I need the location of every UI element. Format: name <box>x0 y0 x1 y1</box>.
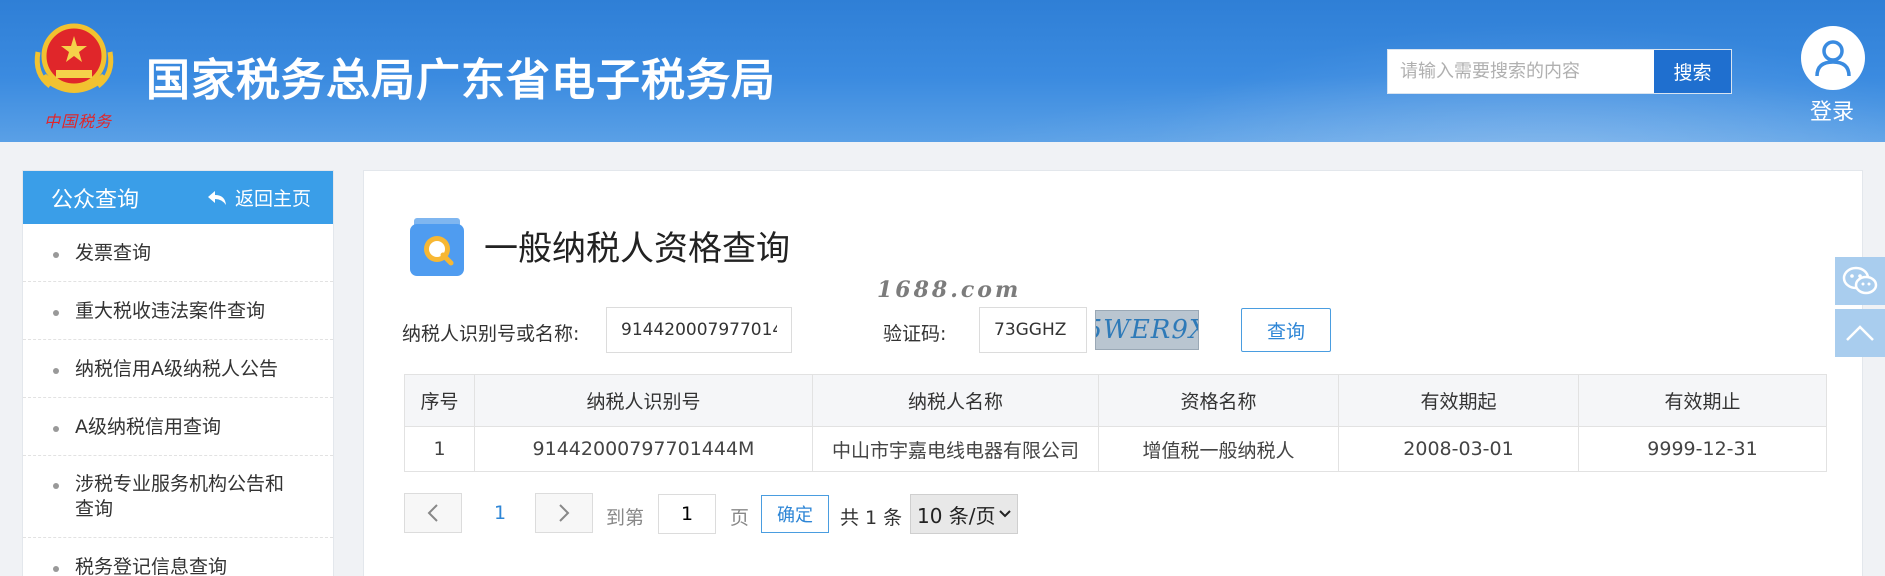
sidebar-menu: 发票查询 重大税收违法案件查询 纳税信用A级纳税人公告 A级纳税信用查询 涉税专… <box>23 224 333 576</box>
total-count: 共 1 条 <box>840 507 903 529</box>
back-home-label: 返回主页 <box>234 188 311 210</box>
site-title: 国家税务总局广东省电子税务局 <box>146 55 776 106</box>
emblem-caption: 中国税务 <box>44 112 113 131</box>
current-page[interactable]: 1 <box>494 502 506 524</box>
table-row: 1 91442000797701444M 中山市宇嘉电线电器有限公司 增值税一般… <box>404 426 1827 472</box>
sidebar-item-label: 涉税专业服务机构公告和查询 <box>75 473 285 520</box>
login-link[interactable]: 登录 <box>1810 94 1854 126</box>
pagination: 1 到第 页 确定 共 1 条 10 条/页 <box>404 493 1104 535</box>
bullet-icon <box>53 426 59 432</box>
cell-valid-from: 2008-03-01 <box>1338 426 1579 472</box>
sidebar-item-a-level-announcement[interactable]: 纳税信用A级纳税人公告 <box>23 340 333 398</box>
bullet-icon <box>53 252 59 258</box>
sidebar-item-label: 税务登记信息查询 <box>75 556 228 576</box>
sidebar-title: 公众查询 <box>51 187 140 213</box>
sidebar-item-a-level-credit-query[interactable]: A级纳税信用查询 <box>23 398 333 456</box>
goto-label: 到第 <box>606 507 645 529</box>
wechat-button[interactable] <box>1835 257 1885 305</box>
chevron-down-icon <box>999 510 1011 518</box>
goto-confirm-button[interactable]: 确定 <box>761 495 829 533</box>
sidebar-item-label: A级纳税信用查询 <box>75 416 221 438</box>
wechat-icon <box>1842 266 1878 295</box>
col-header-valid-to: 有效期止 <box>1578 374 1827 427</box>
back-home-link[interactable]: 返回主页 <box>207 184 311 211</box>
cell-valid-to: 9999-12-31 <box>1578 426 1827 472</box>
page-size-value: 10 条/页 <box>917 503 996 528</box>
login-avatar[interactable] <box>1801 26 1865 90</box>
chevron-right-icon <box>559 504 570 522</box>
next-page-button[interactable] <box>535 493 593 533</box>
result-table: 序号 纳税人识别号 纳税人名称 资格名称 有效期起 有效期止 1 9144200… <box>404 374 1827 472</box>
captcha-label: 验证码: <box>883 323 947 345</box>
query-button[interactable]: 查询 <box>1241 308 1331 352</box>
search-button[interactable]: 搜索 <box>1653 50 1731 93</box>
page-title: 一般纳税人资格查询 <box>484 229 790 269</box>
sidebar-item-label: 纳税信用A级纳税人公告 <box>75 358 278 380</box>
prev-page-button[interactable] <box>404 493 462 533</box>
cell-index: 1 <box>404 426 475 472</box>
page-size-select[interactable]: 10 条/页 <box>910 494 1018 534</box>
sidebar-item-invoice-query[interactable]: 发票查询 <box>23 224 333 282</box>
back-to-top-button[interactable] <box>1835 309 1885 357</box>
sidebar-item-registration-query[interactable]: 税务登记信息查询 <box>23 538 333 576</box>
sidebar-item-label: 重大税收违法案件查询 <box>75 300 266 322</box>
bullet-icon <box>53 368 59 374</box>
header-search: 搜索 <box>1387 49 1732 94</box>
taxpayer-label: 纳税人识别号或名称: <box>402 323 580 345</box>
main-panel: 一般纳税人资格查询 1688.com 纳税人识别号或名称: 验证码: 5WER9… <box>363 170 1863 576</box>
user-icon <box>1815 40 1851 77</box>
cell-taxpayer-id: 91442000797701444M <box>474 426 813 472</box>
captcha-input[interactable] <box>979 307 1087 353</box>
goto-page-input[interactable] <box>658 494 716 534</box>
sidebar-item-tax-violation-query[interactable]: 重大税收违法案件查询 <box>23 282 333 340</box>
search-document-icon <box>410 218 464 276</box>
bullet-icon <box>53 483 59 489</box>
table-header-row: 序号 纳税人识别号 纳税人名称 资格名称 有效期起 有效期止 <box>404 374 1827 427</box>
cell-qualification: 增值税一般纳税人 <box>1098 426 1339 472</box>
site-header: 中国税务 国家税务总局广东省电子税务局 搜索 登录 <box>0 0 1885 142</box>
watermark: 1688.com <box>877 277 1022 303</box>
cell-taxpayer-name: 中山市宇嘉电线电器有限公司 <box>812 426 1099 472</box>
national-emblem-icon <box>34 23 114 93</box>
captcha-image[interactable]: 5WER9X <box>1095 310 1199 350</box>
chevron-left-icon <box>427 504 438 522</box>
query-form: 纳税人识别号或名称: 验证码: 5WER9X 查询 <box>364 307 1862 353</box>
col-header-taxpayer-name: 纳税人名称 <box>812 374 1099 427</box>
col-header-valid-from: 有效期起 <box>1338 374 1579 427</box>
taxpayer-id-input[interactable] <box>606 307 792 353</box>
sidebar-item-service-agency[interactable]: 涉税专业服务机构公告和查询 <box>23 456 333 538</box>
sidebar: 公众查询 返回主页 发票查询 重大税收违法案件查询 纳税信用A级纳税人公告 A级… <box>22 170 334 576</box>
chevron-up-icon <box>1846 325 1874 341</box>
col-header-qualification: 资格名称 <box>1098 374 1339 427</box>
reply-arrow-icon <box>207 190 226 205</box>
sidebar-header: 公众查询 返回主页 <box>23 171 333 224</box>
bullet-icon <box>53 310 59 316</box>
sidebar-item-label: 发票查询 <box>75 242 152 264</box>
bullet-icon <box>53 566 59 572</box>
search-input[interactable] <box>1388 50 1653 93</box>
floating-toolbar <box>1835 257 1885 361</box>
col-header-taxpayer-id: 纳税人识别号 <box>474 374 813 427</box>
col-header-index: 序号 <box>404 374 475 427</box>
page-unit-label: 页 <box>730 507 750 529</box>
